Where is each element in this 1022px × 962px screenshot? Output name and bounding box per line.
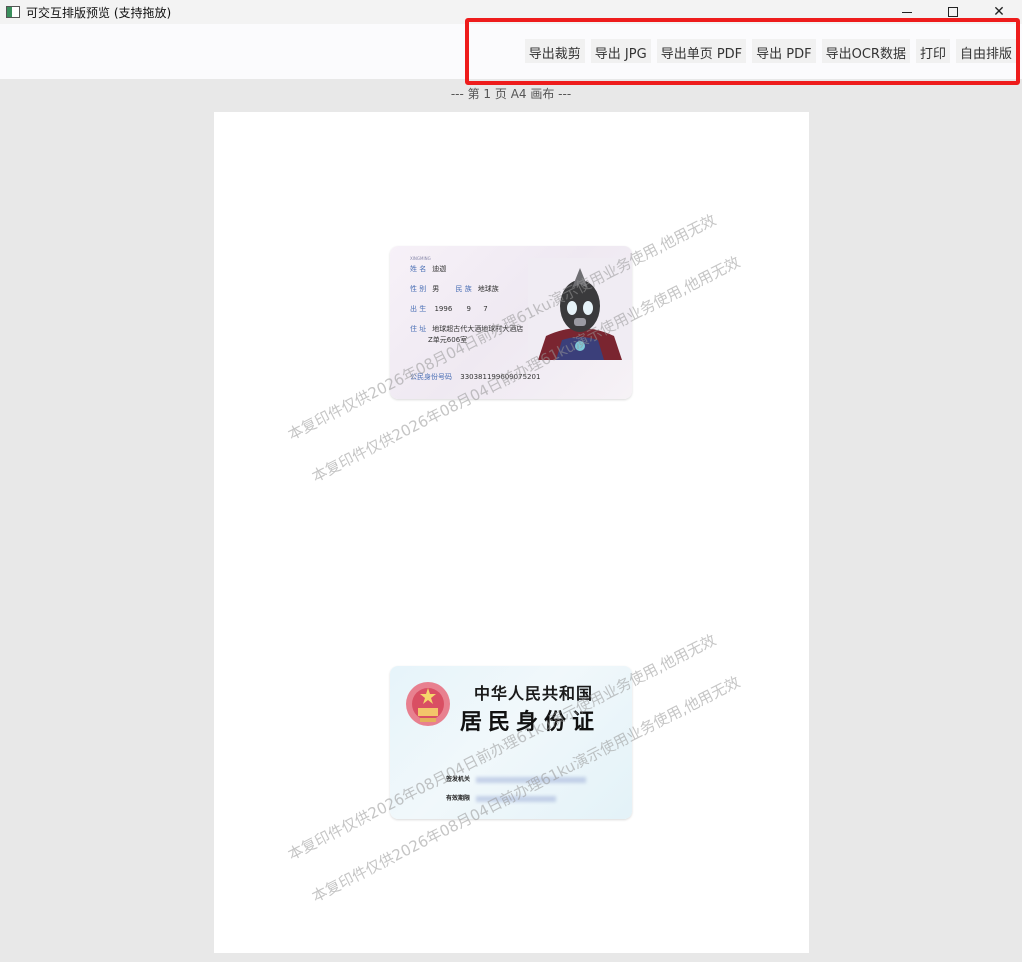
authority-label: 签发机关 (446, 776, 471, 783)
print-button[interactable]: 打印 (915, 39, 950, 63)
address-line2: Z单元606室 (428, 336, 468, 344)
export-jpg-button[interactable]: 导出 JPG (590, 39, 651, 63)
id-card-back[interactable]: 中华人民共和国 居民身份证 签发机关 有效期限 (390, 666, 632, 819)
address-row-2: Z单元606室 (428, 335, 467, 345)
sex-value: 男 (432, 285, 440, 293)
window-controls: ✕ (884, 0, 1022, 24)
authority-row: 签发机关 (446, 774, 587, 783)
a4-page-canvas[interactable]: XINGMING 姓 名迪迦 性 别男 民 族地球族 出 生 1996 9 7 … (214, 112, 809, 953)
card-microtext: XINGMING (410, 256, 431, 261)
validity-row: 有效期限 (446, 793, 557, 802)
close-icon: ✕ (993, 4, 1005, 20)
toolbar-buttons: 导出裁剪 导出 JPG 导出单页 PDF 导出 PDF 导出OCR数据 打印 自… (524, 39, 1016, 63)
name-value: 迪迦 (432, 265, 447, 273)
maximize-button[interactable] (930, 0, 976, 24)
address-line1: 地球超古代大酒地球村大酒店 (432, 325, 524, 333)
minimize-icon (902, 11, 912, 13)
portrait-photo (528, 258, 632, 360)
address-row: 住 址地球超古代大酒地球村大酒店 (410, 324, 523, 334)
sex-label: 性 别 (410, 285, 427, 293)
birth-year: 1996 (434, 305, 453, 313)
id-number-label: 公民身份号码 (410, 373, 452, 381)
birth-label: 出 生 (410, 305, 427, 313)
name-label: 姓 名 (410, 265, 427, 273)
birth-day: 7 (483, 305, 488, 313)
export-ocr-button[interactable]: 导出OCR数据 (821, 39, 910, 63)
minimize-button[interactable] (884, 0, 930, 24)
close-button[interactable]: ✕ (976, 0, 1022, 24)
app-icon (6, 6, 20, 18)
birth-row: 出 生 1996 9 7 (410, 304, 488, 314)
birth-month: 9 (466, 305, 471, 313)
ethnic-value: 地球族 (477, 285, 499, 293)
name-row: 姓 名迪迦 (410, 264, 446, 274)
canvas-label: --- 第 1 页 A4 画布 --- (450, 87, 572, 101)
id-number-row: 公民身份号码 330381199609075201 (410, 372, 540, 382)
export-single-pdf-button[interactable]: 导出单页 PDF (656, 39, 747, 63)
national-emblem-icon (406, 682, 450, 726)
id-number-value: 330381199609075201 (460, 373, 541, 381)
toolbar: 导出裁剪 导出 JPG 导出单页 PDF 导出 PDF 导出OCR数据 打印 自… (0, 24, 1022, 79)
maximize-icon (948, 7, 958, 17)
export-pdf-button[interactable]: 导出 PDF (752, 39, 816, 63)
ethnic-label: 民 族 (455, 285, 472, 293)
export-crop-button[interactable]: 导出裁剪 (524, 39, 585, 63)
title-bar: 可交互排版预览 (支持拖放) ✕ (0, 0, 1022, 24)
authority-blurred (476, 776, 587, 783)
back-title-card: 居民身份证 (460, 709, 601, 735)
id-card-front[interactable]: XINGMING 姓 名迪迦 性 别男 民 族地球族 出 生 1996 9 7 … (390, 246, 632, 399)
bottom-strip (0, 953, 1022, 962)
back-title-country: 中华人民共和国 (474, 684, 594, 703)
address-label: 住 址 (410, 325, 427, 333)
free-layout-button[interactable]: 自由排版 (955, 39, 1016, 63)
validity-blurred (476, 795, 557, 802)
sex-row: 性 别男 民 族地球族 (410, 284, 499, 294)
validity-label: 有效期限 (446, 795, 471, 802)
window-title: 可交互排版预览 (支持拖放) (26, 5, 172, 20)
